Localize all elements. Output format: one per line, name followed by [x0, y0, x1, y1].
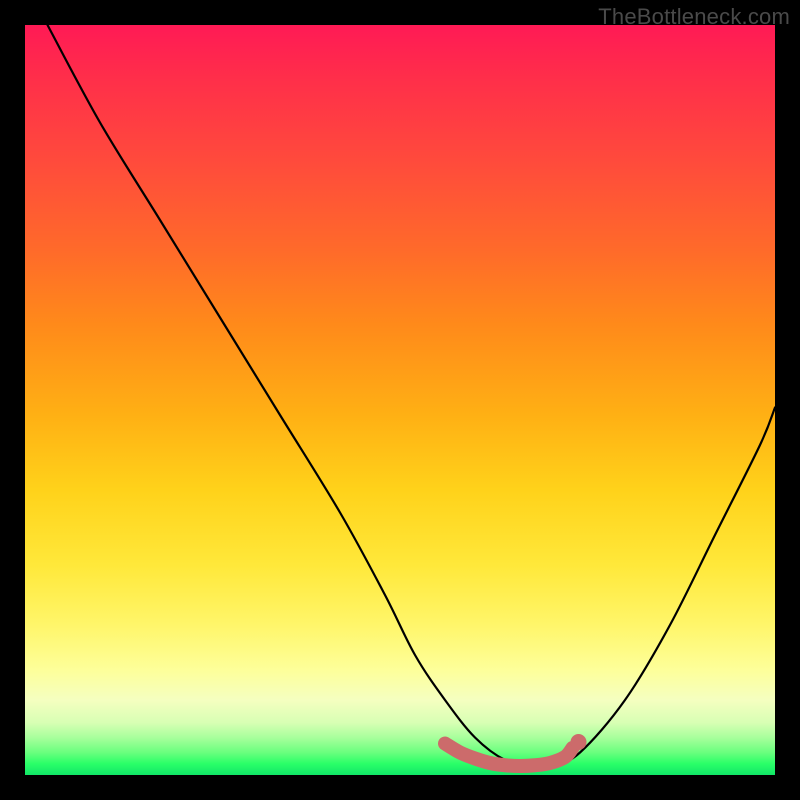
optimal-zone-marker [445, 744, 573, 767]
marker-end-dot [571, 734, 587, 750]
bottleneck-curve [48, 25, 776, 769]
curve-svg [25, 25, 775, 775]
chart-frame: TheBottleneck.com [0, 0, 800, 800]
plot-area [25, 25, 775, 775]
